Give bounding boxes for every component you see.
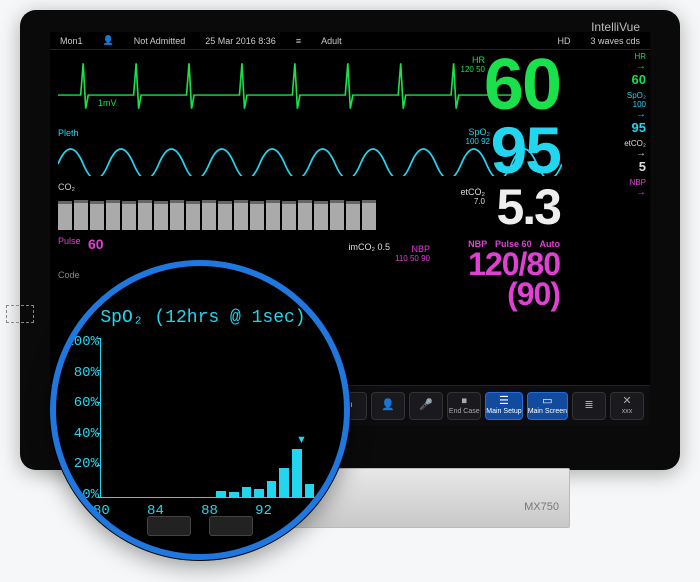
- histogram-bar: [229, 492, 239, 497]
- spo2-value[interactable]: 95: [491, 112, 560, 188]
- y-axis-tick: 40%: [57, 426, 99, 442]
- etco2-value[interactable]: 5.3: [496, 178, 560, 236]
- histogram-bar: [305, 484, 315, 497]
- profile-name[interactable]: 3 waves cds: [590, 36, 640, 46]
- co2-row[interactable]: CO₂: [58, 182, 562, 230]
- model-label: MX750: [524, 501, 559, 513]
- ecg-scale-label: 1mV: [98, 98, 117, 108]
- print-icon: ≣: [584, 400, 593, 411]
- main-setup-label: Main Setup: [486, 408, 521, 415]
- trend-sidepanel: HR → 60 SpO₂ 100 → 95 etCO₂ → 5 NBP: [566, 52, 646, 202]
- histogram-bar: [292, 449, 302, 497]
- etco2-mini: etCO₂ 7.0: [461, 188, 486, 207]
- co2-bars: [58, 194, 562, 230]
- sp-etco2-value[interactable]: 5: [639, 159, 646, 174]
- patient-status[interactable]: Not Admitted: [134, 36, 186, 46]
- co2-label: CO₂: [58, 182, 75, 192]
- end-case-button[interactable]: ⏹End Case: [447, 392, 481, 420]
- print-button[interactable]: ≣: [572, 392, 606, 420]
- imco2-label: imCO₂ 0.5: [348, 242, 390, 252]
- histogram-bar: [216, 491, 226, 497]
- patient-category[interactable]: Adult: [321, 36, 342, 46]
- histogram-bar: [267, 481, 277, 497]
- arrow-right-icon: →: [636, 187, 646, 198]
- current-value-marker-icon: ▾: [297, 429, 307, 449]
- y-axis-tick: 80%: [57, 365, 99, 381]
- person-icon: 👤: [103, 35, 114, 46]
- y-axis-tick: 0%: [57, 487, 99, 503]
- category-icon: ≡: [296, 36, 301, 46]
- hardkey-button[interactable]: [209, 516, 253, 536]
- x-icon: ✕: [622, 396, 631, 407]
- arrow-right-icon: →: [636, 148, 646, 159]
- sp-hr-label: HR: [634, 52, 646, 61]
- bed-label[interactable]: Mon1: [60, 36, 83, 46]
- main-setup-icon: ☰: [499, 396, 509, 407]
- sp-nbp-label: NBP: [630, 178, 646, 187]
- histogram-bar: [242, 487, 252, 497]
- mic-icon: 🎤: [419, 400, 433, 411]
- x-axis-tick: 80: [93, 503, 110, 519]
- histogram-title: SpO₂ (12hrs @ 1sec): [84, 308, 322, 328]
- sp-spo2-label: SpO₂: [627, 91, 646, 100]
- pulse-value: 60: [88, 236, 104, 252]
- spo2-mini-limits: SpO₂ 100 92: [466, 128, 490, 147]
- admit-icon: 👤: [381, 400, 395, 411]
- histogram-bar: [279, 468, 289, 497]
- x-button[interactable]: ✕xxx: [610, 392, 644, 420]
- selection-outline: [6, 305, 34, 323]
- sp-etco2-label: etCO₂: [624, 139, 646, 148]
- sp-spo2-high: 100: [633, 100, 646, 109]
- zoom-inset: SpO₂ (12hrs @ 1sec) 100%80%60%40%20%0% ▾…: [50, 260, 350, 560]
- x-label: xxx: [622, 408, 633, 415]
- main-screen-label: Main Screen: [528, 408, 567, 415]
- hr-mini-limits: HR 120 50: [461, 56, 485, 75]
- main-screen-icon: ▭: [542, 396, 552, 407]
- main-setup-button[interactable]: ☰Main Setup: [485, 392, 522, 420]
- y-axis-tick: 100%: [57, 334, 99, 350]
- y-axis-tick: 20%: [57, 456, 99, 472]
- end-case-icon: ⏹: [462, 396, 468, 407]
- arrow-right-icon: →: [636, 61, 646, 72]
- spo2-histogram[interactable]: 100%80%60%40%20%0% ▾ 8084889296: [100, 338, 316, 498]
- mic-button[interactable]: 🎤: [409, 392, 443, 420]
- datetime: 25 Mar 2016 8:36: [205, 36, 276, 46]
- y-axis-tick: 60%: [57, 395, 99, 411]
- x-axis-tick: 96: [309, 503, 326, 519]
- admit-button[interactable]: 👤: [371, 392, 405, 420]
- main-screen-button[interactable]: ▭Main Screen: [527, 392, 568, 420]
- hardkey-button[interactable]: [147, 516, 191, 536]
- histogram-bar: [254, 489, 264, 497]
- top-bar: Mon1 👤 Not Admitted 25 Mar 2016 8:36 ≡ A…: [50, 32, 650, 50]
- sp-spo2-value[interactable]: 95: [632, 120, 646, 135]
- end-case-label: End Case: [449, 408, 480, 415]
- nbp-mini: NBP 110 50 90: [395, 245, 430, 264]
- x-axis-tick: 92: [255, 503, 272, 519]
- arrow-right-icon: →: [636, 109, 646, 120]
- sp-hr-value[interactable]: 60: [632, 72, 646, 87]
- pulse-label: Pulse: [58, 236, 81, 246]
